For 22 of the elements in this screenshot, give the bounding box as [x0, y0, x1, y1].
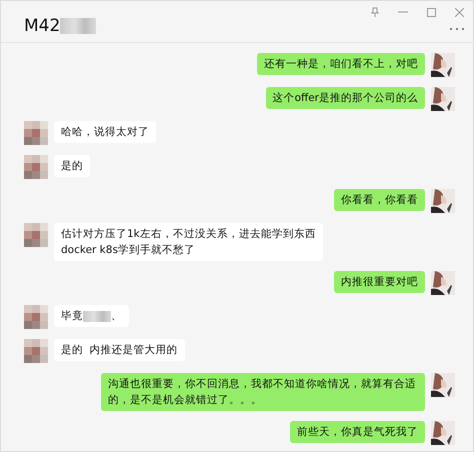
message-bubble[interactable]: 是的 内推还是管大用的: [54, 339, 185, 361]
message-bubble[interactable]: 内推很重要对吧: [334, 271, 425, 293]
blurred-avatar[interactable]: [24, 121, 48, 145]
window-title: M42: [24, 16, 96, 36]
message-bubble[interactable]: 毕竟 、: [54, 305, 129, 327]
message-bubble[interactable]: 前些天，你真是气死我了: [290, 421, 425, 443]
message-bubble[interactable]: 还有一种是，咱们看不上，对吧: [257, 53, 425, 75]
message-bubble[interactable]: 沟通也很重要，你不回消息，我都不知道你啥情况，就算有合适的，是不是机会就错过了。。。: [101, 373, 425, 411]
message-bubble[interactable]: 这个offer是推的那个公司的么: [266, 87, 425, 109]
message-bubble[interactable]: 是的: [54, 155, 90, 177]
blurred-avatar[interactable]: [24, 223, 48, 247]
blurred-avatar[interactable]: [24, 305, 48, 329]
message-bubble[interactable]: 你看看，你看看: [334, 189, 425, 211]
blurred-avatar[interactable]: [24, 155, 48, 179]
message-bubble[interactable]: 哈哈，说得太对了: [54, 121, 156, 143]
maximize-icon: [426, 8, 436, 16]
pin-icon: [371, 7, 379, 17]
message-bubble[interactable]: 估计对方压了1k左右，不过没关系，进去能学到东西 docker k8s学到手就不愁了: [54, 223, 323, 261]
minimize-icon: [398, 11, 408, 13]
more-icon[interactable]: [449, 26, 465, 32]
close-icon: [454, 8, 464, 16]
blurred-avatar[interactable]: [24, 339, 48, 363]
